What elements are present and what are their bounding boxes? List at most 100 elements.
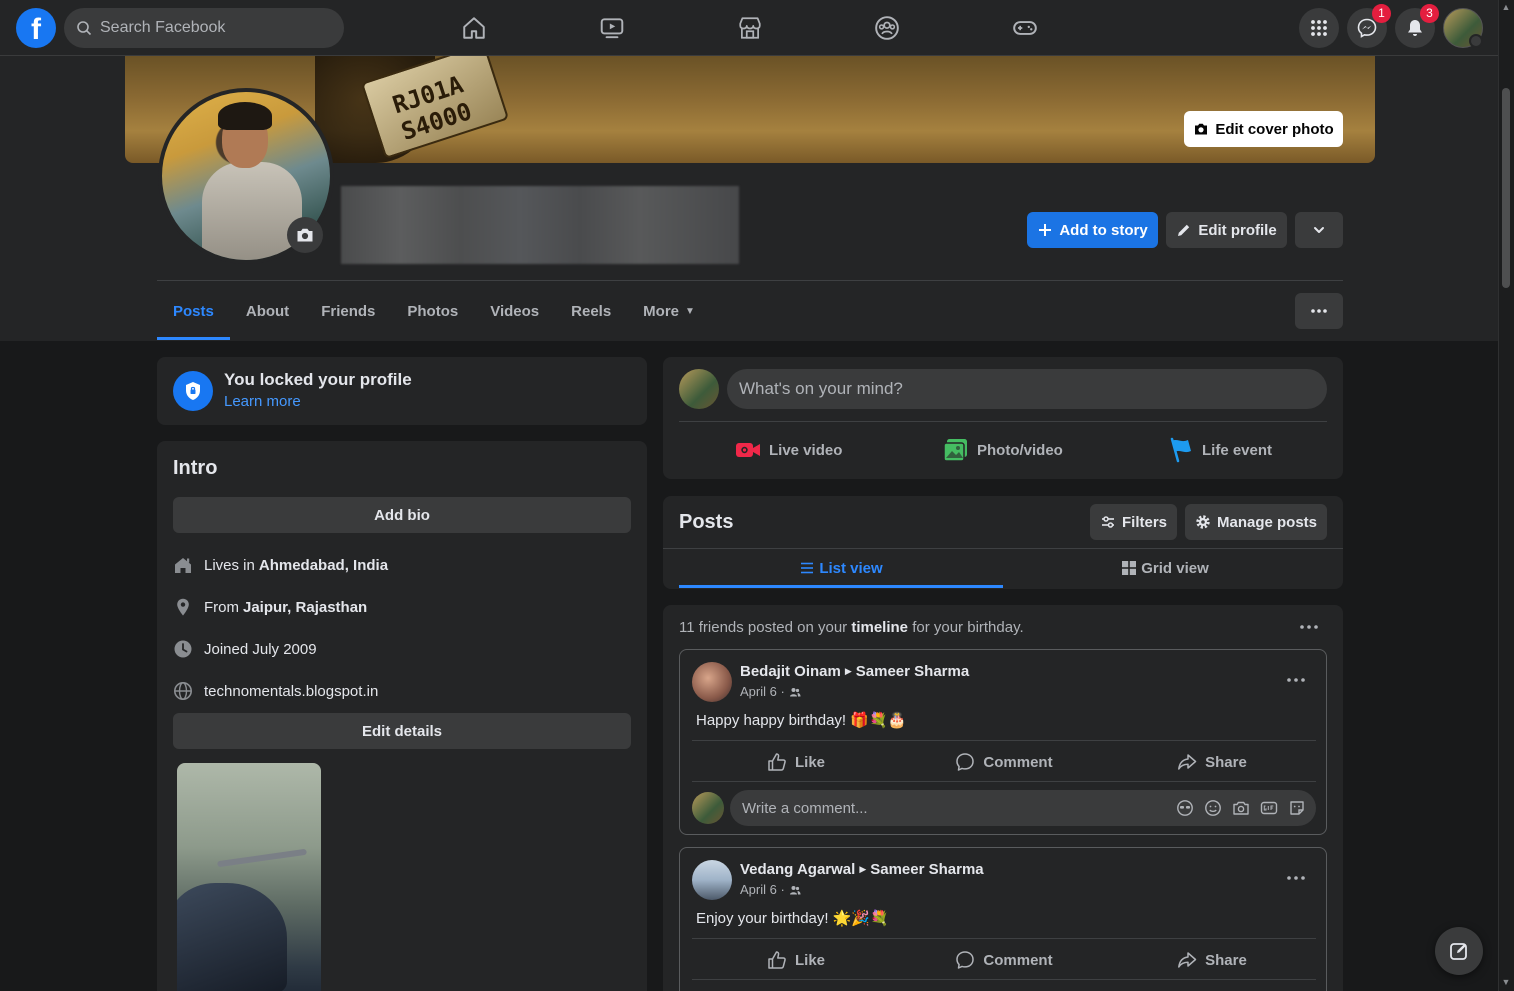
profile-tabs: Posts About Friends Photos Videos Reels …: [157, 282, 711, 340]
profile-picture-figure: [202, 162, 302, 260]
share-button[interactable]: Share: [1108, 744, 1316, 780]
tab-posts[interactable]: Posts: [157, 282, 230, 340]
profile-options-button[interactable]: [1295, 212, 1343, 248]
edit-cover-photo-button[interactable]: Edit cover photo: [1184, 111, 1343, 147]
sticker-icon[interactable]: [1288, 799, 1306, 817]
post-message: Happy happy birthday! 🎁💐🎂: [696, 712, 907, 729]
manage-posts-button[interactable]: Manage posts: [1185, 504, 1327, 540]
learn-more-link[interactable]: Learn more: [224, 393, 301, 410]
post-recipient-name[interactable]: Sameer Sharma: [870, 861, 983, 878]
messenger-button[interactable]: 1: [1347, 4, 1391, 48]
search-input[interactable]: [100, 19, 320, 37]
messenger-icon: [1357, 18, 1377, 38]
camera-icon: [1195, 123, 1208, 135]
post-message: Enjoy your birthday! 🌟🎉💐: [696, 910, 889, 927]
thumbs-up-icon: [768, 753, 786, 771]
comment-label: Comment: [983, 753, 1053, 771]
add-to-story-button[interactable]: Add to story: [1027, 212, 1158, 248]
edit-profile-button[interactable]: Edit profile: [1166, 212, 1287, 248]
new-message-button[interactable]: [1435, 927, 1483, 975]
nav-marketplace[interactable]: [734, 12, 766, 44]
edit-details-button[interactable]: Edit details: [173, 713, 631, 749]
post-date[interactable]: April 6 ·: [740, 882, 785, 897]
photo-video-label: Photo/video: [977, 441, 1063, 459]
tab-more[interactable]: More ▼: [627, 282, 711, 340]
website-link[interactable]: technomentals.blogspot.in: [204, 683, 378, 700]
tab-label: More: [643, 302, 680, 320]
comment-bubble-icon: [956, 753, 975, 771]
tab-about[interactable]: About: [230, 282, 305, 340]
comment-button[interactable]: Comment: [900, 744, 1108, 780]
notifications-button[interactable]: 3: [1395, 4, 1439, 48]
post-author-name[interactable]: Bedajit Oinam: [740, 663, 841, 680]
comment-button[interactable]: Comment: [900, 942, 1108, 978]
timeline-post: Bedajit Oinam ▶ Sameer Sharma April 6 · …: [679, 649, 1327, 835]
post-recipient-name[interactable]: Sameer Sharma: [856, 663, 969, 680]
intro-card: Intro Add bio Lives in Ahmedabad, India F…: [157, 441, 647, 991]
tab-friends[interactable]: Friends: [305, 282, 391, 340]
camera-icon[interactable]: [1232, 799, 1250, 817]
featured-photo[interactable]: [177, 763, 321, 991]
plus-icon: [1039, 224, 1052, 236]
share-label: Share: [1205, 951, 1247, 969]
top-navigation-bar: f 1 3: [0, 0, 1498, 56]
post-options-button[interactable]: [1278, 662, 1314, 698]
tabs-overflow-button[interactable]: [1295, 293, 1343, 329]
nav-home[interactable]: [458, 12, 490, 44]
more-dots-icon: [1287, 678, 1305, 682]
timeline-link[interactable]: timeline: [851, 619, 908, 636]
facebook-logo[interactable]: f: [16, 8, 56, 48]
life-event-button[interactable]: Life event: [1168, 435, 1272, 465]
like-label: Like: [794, 753, 825, 771]
intro-from: From Jaipur, Rajasthan: [173, 595, 367, 619]
like-button[interactable]: Like: [692, 942, 900, 978]
note-suffix: for your birthday.: [912, 619, 1024, 636]
nav-gaming[interactable]: [1009, 12, 1041, 44]
list-view-tab[interactable]: List view: [679, 549, 1003, 588]
post-options-button[interactable]: [1278, 860, 1314, 896]
globe-icon: [174, 682, 192, 700]
tab-reels[interactable]: Reels: [555, 282, 627, 340]
feed-options-button[interactable]: [1291, 609, 1327, 645]
tab-videos[interactable]: Videos: [474, 282, 555, 340]
tab-label: Reels: [571, 302, 612, 320]
commenter-avatar[interactable]: [692, 792, 724, 824]
menu-button[interactable]: [1299, 8, 1339, 48]
scroll-up-arrow-icon[interactable]: ▲: [1501, 2, 1511, 12]
tab-photos[interactable]: Photos: [391, 282, 474, 340]
filters-button[interactable]: Filters: [1090, 504, 1177, 540]
lives-place[interactable]: Ahmedabad, India: [259, 557, 388, 574]
post-author-avatar[interactable]: [692, 662, 732, 702]
live-video-button[interactable]: Live video: [735, 435, 842, 465]
avatar-sticker-icon[interactable]: [1176, 799, 1194, 817]
add-bio-button[interactable]: Add bio: [173, 497, 631, 533]
flag-icon: [1170, 437, 1191, 463]
composer-avatar[interactable]: [679, 369, 719, 409]
tab-label: Posts: [173, 302, 214, 320]
emoji-icon[interactable]: [1204, 799, 1222, 817]
share-button[interactable]: Share: [1108, 942, 1316, 978]
account-chevron-icon[interactable]: [1469, 34, 1483, 48]
nav-watch[interactable]: [596, 12, 628, 44]
joined-text: Joined July 2009: [204, 640, 317, 658]
post-author-avatar[interactable]: [692, 860, 732, 900]
grid-view-tab[interactable]: Grid view: [1003, 549, 1327, 587]
grid-view-label: Grid view: [1141, 559, 1209, 577]
gif-icon[interactable]: [1260, 799, 1278, 817]
like-button[interactable]: Like: [692, 744, 900, 780]
nav-groups[interactable]: [871, 12, 903, 44]
whats-on-your-mind-input[interactable]: What's on your mind?: [727, 369, 1327, 409]
scrollbar-thumb[interactable]: [1502, 88, 1510, 288]
from-place[interactable]: Jaipur, Rajasthan: [243, 599, 367, 616]
photo-video-button[interactable]: Photo/video: [943, 435, 1063, 465]
post-divider: [692, 740, 1316, 741]
header-divider: [157, 280, 1343, 281]
friends-audience-icon: [789, 885, 801, 894]
chevron-down-icon: [1314, 227, 1324, 233]
post-date[interactable]: April 6 ·: [740, 684, 785, 699]
scroll-down-arrow-icon[interactable]: ▼: [1501, 977, 1511, 987]
post-author-name[interactable]: Vedang Agarwal: [740, 861, 855, 878]
triangle-right-icon: ▶: [844, 666, 852, 676]
update-profile-picture-button[interactable]: [287, 217, 323, 253]
search-box[interactable]: [64, 8, 344, 48]
